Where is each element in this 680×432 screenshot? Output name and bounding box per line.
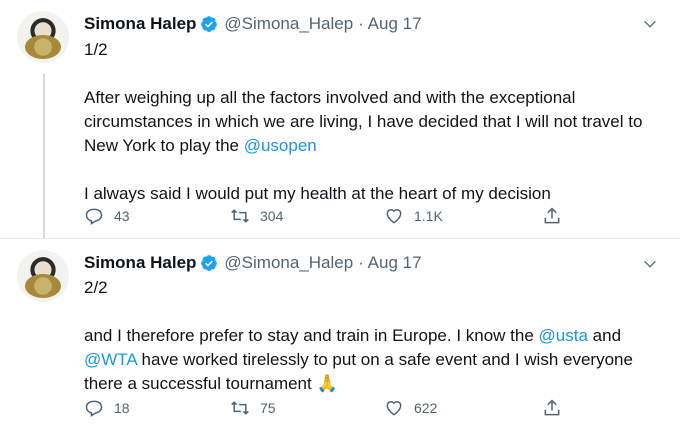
like-button[interactable]: 622 <box>384 398 437 418</box>
retweet-button[interactable]: 75 <box>230 398 276 418</box>
tweet-header: Simona Halep @Simona_Halep · Aug 17 <box>84 14 422 34</box>
text-segment: and I therefore prefer to stay and train… <box>84 326 539 345</box>
text-segment: there a successful tournament <box>84 374 317 393</box>
thread-connector-line <box>43 74 45 238</box>
avatar[interactable] <box>17 11 69 63</box>
verified-badge-icon <box>201 16 218 32</box>
tweet-text: 1/2 After weighing up all the factors in… <box>84 38 644 206</box>
retweet-count: 75 <box>260 400 276 416</box>
handle[interactable]: @Simona_Halep <box>224 14 353 34</box>
mention-link[interactable]: @usopen <box>244 136 317 155</box>
text-line: After weighing up all the factors involv… <box>84 88 576 107</box>
display-name[interactable]: Simona Halep <box>84 253 196 273</box>
retweet-count: 304 <box>260 208 284 224</box>
avatar-trophy <box>25 35 61 59</box>
share-button[interactable] <box>542 398 572 418</box>
thread-counter: 2/2 <box>84 278 108 297</box>
mention-link[interactable]: @WTA <box>84 350 137 369</box>
reply-count: 43 <box>114 208 130 224</box>
folded-hands-emoji: 🙏 <box>316 374 338 393</box>
text-line: circumstances in which we are living, I … <box>84 112 643 131</box>
share-icon <box>544 207 560 224</box>
like-count: 622 <box>414 400 438 416</box>
like-button[interactable]: 1.1K <box>384 206 443 226</box>
timestamp[interactable]: · Aug 17 <box>358 14 421 34</box>
timestamp[interactable]: · Aug 17 <box>358 253 421 273</box>
text-line: and I therefore prefer to stay and train… <box>84 324 644 348</box>
retweet-icon <box>231 209 249 223</box>
tweet-1[interactable]: Simona Halep @Simona_Halep · Aug 17 1/2 … <box>0 0 680 239</box>
verified-badge-icon <box>201 255 218 271</box>
action-bar: 18 75 622 <box>84 398 604 420</box>
text-segment: New York to play the <box>84 136 244 155</box>
display-name[interactable]: Simona Halep <box>84 14 196 34</box>
heart-icon <box>386 401 402 416</box>
like-count: 1.1K <box>414 208 443 224</box>
tweet-2[interactable]: Simona Halep @Simona_Halep · Aug 17 2/2 … <box>0 238 680 432</box>
handle[interactable]: @Simona_Halep <box>224 253 353 273</box>
retweet-icon <box>231 401 249 415</box>
avatar-trophy <box>25 274 61 298</box>
text-line: I always said I would put my health at t… <box>84 184 551 203</box>
retweet-button[interactable]: 304 <box>230 206 283 226</box>
action-bar: 43 304 1.1K <box>84 206 604 228</box>
share-icon <box>544 399 560 416</box>
share-button[interactable] <box>542 206 572 226</box>
text-segment: and <box>587 326 622 345</box>
reply-icon <box>85 400 103 417</box>
text-line: @WTA have worked tirelessly to put on a … <box>84 348 644 372</box>
text-line: there a successful tournament 🙏 <box>84 372 644 396</box>
mention-link[interactable]: @usta <box>539 326 588 345</box>
reply-count: 18 <box>114 400 130 416</box>
avatar[interactable] <box>17 250 69 302</box>
text-line: New York to play the @usopen <box>84 134 644 158</box>
thread-counter: 1/2 <box>84 40 108 59</box>
chevron-down-icon[interactable] <box>642 256 658 272</box>
reply-icon <box>85 208 103 225</box>
chevron-down-icon[interactable] <box>642 16 658 32</box>
heart-icon <box>386 209 402 224</box>
reply-button[interactable]: 18 <box>84 398 130 418</box>
reply-button[interactable]: 43 <box>84 206 130 226</box>
text-segment: have worked tirelessly to put on a safe … <box>136 350 633 369</box>
tweet-header: Simona Halep @Simona_Halep · Aug 17 <box>84 253 422 273</box>
tweet-text: 2/2 and I therefore prefer to stay and t… <box>84 276 644 396</box>
